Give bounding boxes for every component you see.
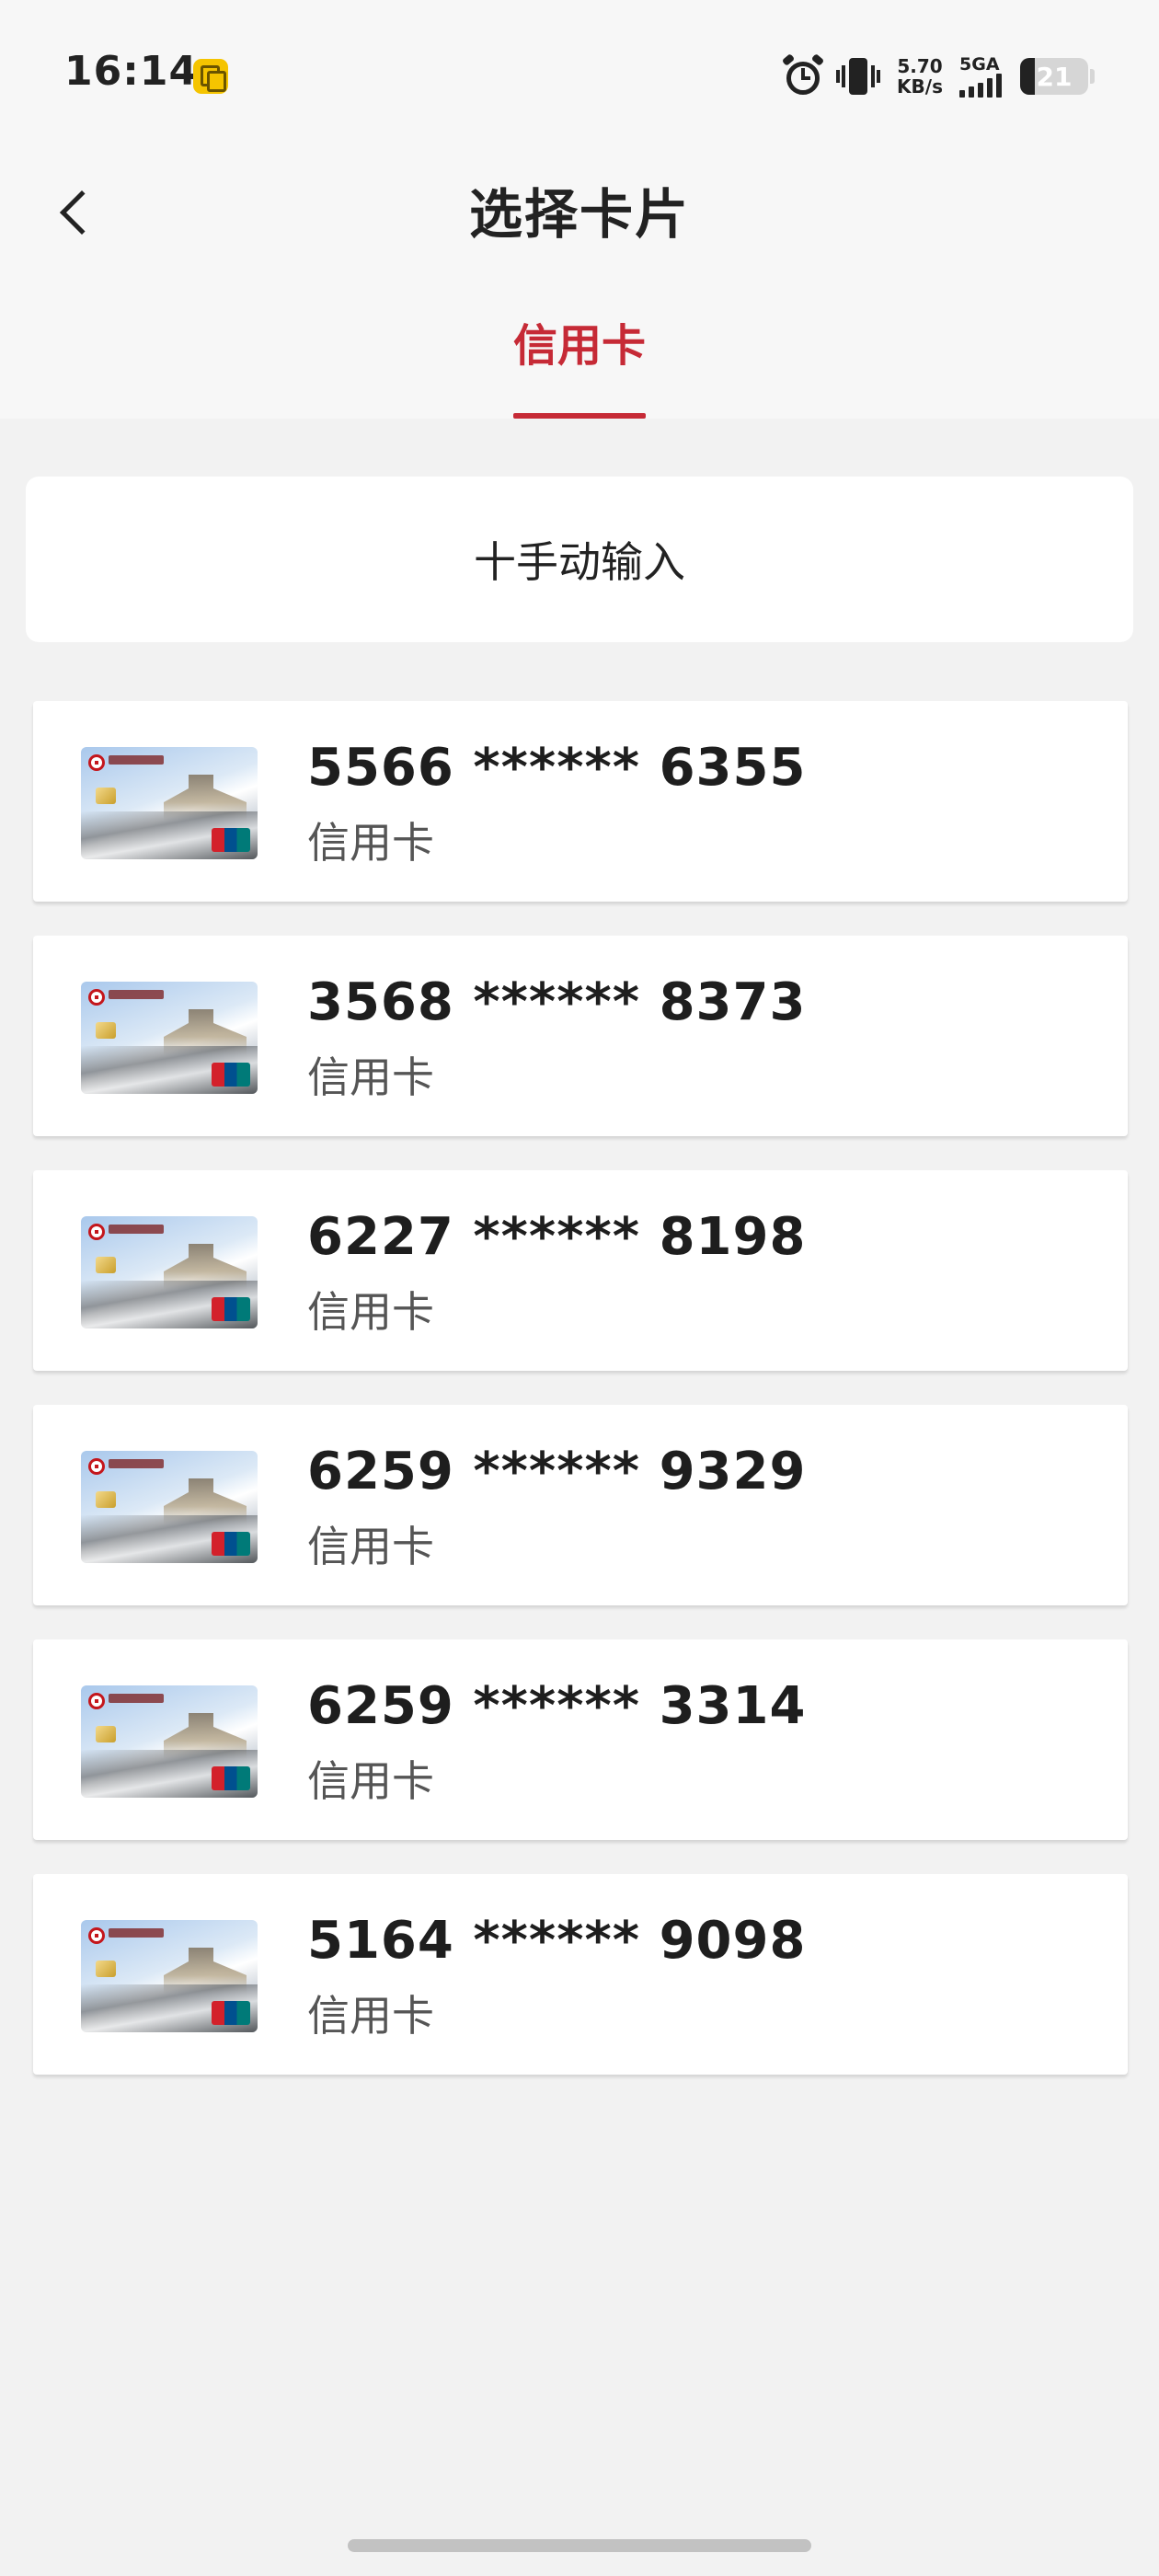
card-item[interactable]: 5164 ****** 9098 信用卡 xyxy=(33,1874,1128,2075)
signal-type: 5GA xyxy=(959,54,1000,75)
card-item[interactable]: 3568 ****** 8373 信用卡 xyxy=(33,936,1128,1136)
card-item[interactable]: 6259 ****** 3314 信用卡 xyxy=(33,1639,1128,1840)
bank-card-thumbnail xyxy=(81,1685,258,1798)
bank-card-thumbnail xyxy=(81,982,258,1094)
battery-tip xyxy=(1090,69,1095,84)
tab-label: 信用卡 xyxy=(512,320,646,372)
card-type: 信用卡 xyxy=(307,1756,434,1806)
card-item[interactable]: 6259 ****** 9329 信用卡 xyxy=(33,1405,1128,1605)
card-number: 6259 ****** 9329 xyxy=(307,1442,807,1501)
page-title: 选择卡片 xyxy=(468,183,690,246)
tab-credit-card[interactable]: 信用卡 xyxy=(497,313,662,419)
bank-card-thumbnail xyxy=(81,1451,258,1563)
card-number: 5164 ****** 9098 xyxy=(307,1911,807,1971)
card-type: 信用卡 xyxy=(307,1052,434,1102)
tab-active-indicator xyxy=(513,413,646,419)
signal-icon: 5GA xyxy=(959,55,1002,98)
battery-level: 21 xyxy=(1036,61,1073,92)
card-type: 信用卡 xyxy=(307,1991,434,2041)
card-item[interactable]: 6227 ****** 8198 信用卡 xyxy=(33,1170,1128,1371)
card-number: 6259 ****** 3314 xyxy=(307,1676,807,1736)
bank-card-thumbnail xyxy=(81,1216,258,1328)
card-type: 信用卡 xyxy=(307,1287,434,1337)
bank-card-thumbnail xyxy=(81,747,258,859)
card-number: 3568 ****** 8373 xyxy=(307,972,807,1032)
card-number: 5566 ****** 6355 xyxy=(307,738,807,798)
alarm-icon xyxy=(781,53,825,97)
status-indicators: 5.70 KB/s 5GA 21 xyxy=(781,51,1095,102)
header: 选择卡片 信用卡 xyxy=(0,156,1159,419)
battery-icon: 21 xyxy=(1020,58,1088,95)
card-type: 信用卡 xyxy=(307,1522,434,1571)
card-number: 6227 ****** 8198 xyxy=(307,1207,807,1267)
status-bar: 16:14 5.70 KB/s 5GA 21 xyxy=(0,0,1159,156)
home-indicator[interactable] xyxy=(348,2539,811,2552)
card-type: 信用卡 xyxy=(307,818,434,868)
manual-input-button[interactable]: 十手动输入 xyxy=(26,477,1133,642)
status-time: 16:14 xyxy=(64,48,199,95)
card-item[interactable]: 5566 ****** 6355 信用卡 xyxy=(33,701,1128,902)
notification-copy-icon xyxy=(193,59,228,94)
network-speed: 5.70 KB/s xyxy=(897,56,943,97)
network-speed-value: 5.70 xyxy=(897,55,943,77)
vibrate-icon xyxy=(836,56,881,97)
network-speed-unit: KB/s xyxy=(897,75,943,98)
manual-input-label: 十手动输入 xyxy=(474,537,685,587)
card-list: 5566 ****** 6355 信用卡 3568 ****** 8373 信用… xyxy=(33,701,1128,2109)
bank-card-thumbnail xyxy=(81,1920,258,2032)
